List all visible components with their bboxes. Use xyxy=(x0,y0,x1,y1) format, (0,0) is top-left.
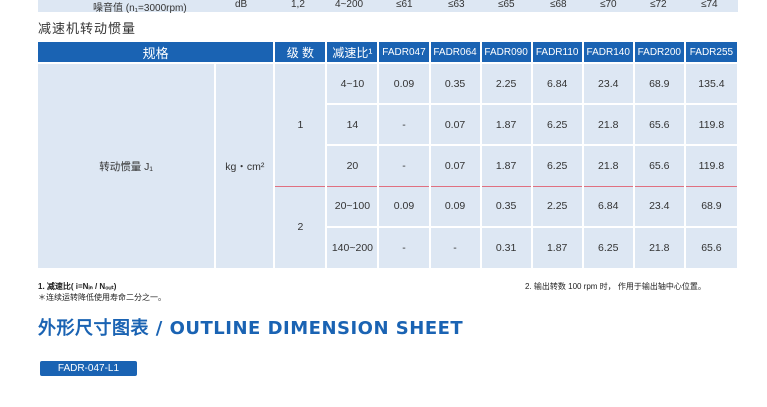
noise-unit: dB xyxy=(235,0,248,10)
noise-value: ≤65 xyxy=(498,0,515,10)
noise-ratio: 4~200 xyxy=(335,0,364,10)
header-model: FADR200 xyxy=(632,42,685,63)
ratio-cell: 20 xyxy=(325,144,379,186)
header-model: FADR090 xyxy=(479,42,532,63)
value-cell: 21.8 xyxy=(632,226,685,268)
header-model: FADR064 xyxy=(428,42,481,63)
header-model: FADR047 xyxy=(377,42,430,63)
value-cell: - xyxy=(428,226,481,268)
ratio-cell: 4~10 xyxy=(325,62,379,104)
value-cell: 65.6 xyxy=(683,226,737,268)
value-cell: 0.31 xyxy=(479,226,532,268)
ratio-cell: 140~200 xyxy=(325,226,379,268)
value-cell: 0.35 xyxy=(428,62,481,104)
level-cell: 1 xyxy=(273,62,327,186)
noise-value: ≤68 xyxy=(550,0,567,10)
value-cell: 119.8 xyxy=(683,103,737,145)
ratio-cell: 14 xyxy=(325,103,379,145)
value-cell: 0.09 xyxy=(377,185,430,227)
value-cell: 23.4 xyxy=(632,185,685,227)
value-cell: 119.8 xyxy=(683,144,737,186)
table-header-row: 规格 级 数 减速比¹ FADR047 FADR064 FADR090 FADR… xyxy=(38,42,737,63)
value-cell: 0.07 xyxy=(428,103,481,145)
noise-value: ≤63 xyxy=(448,0,465,10)
model-badge: FADR-047-L1 xyxy=(40,361,137,376)
param-name: 转动惯量 J₁ xyxy=(38,62,216,268)
noise-value: ≤61 xyxy=(396,0,413,10)
value-cell: 1.87 xyxy=(479,103,532,145)
value-cell: 0.09 xyxy=(377,62,430,104)
value-cell: 65.6 xyxy=(632,103,685,145)
param-unit: kg・cm² xyxy=(214,62,275,268)
value-cell: 23.4 xyxy=(581,62,634,104)
header-model: FADR255 xyxy=(683,42,737,63)
value-cell: 6.25 xyxy=(530,144,583,186)
ratio-cell: 20~100 xyxy=(325,185,379,227)
value-cell: 0.07 xyxy=(428,144,481,186)
value-cell: 1.87 xyxy=(479,144,532,186)
value-cell: 2.25 xyxy=(479,62,532,104)
noise-value: ≤74 xyxy=(701,0,718,10)
value-cell: 68.9 xyxy=(683,185,737,227)
footnote-ratio: 1. 减速比( i=Nᵢₙ / Nₒᵤₜ) xyxy=(38,282,117,291)
value-cell: 6.25 xyxy=(530,103,583,145)
value-cell: 0.35 xyxy=(479,185,532,227)
value-cell: 68.9 xyxy=(632,62,685,104)
value-cell: 21.8 xyxy=(581,103,634,145)
value-cell: - xyxy=(377,226,430,268)
header-level: 级 数 xyxy=(273,42,327,63)
value-cell: 65.6 xyxy=(632,144,685,186)
header-ratio: 减速比¹ xyxy=(325,42,379,63)
level-cell: 2 xyxy=(273,185,327,268)
value-cell: 135.4 xyxy=(683,62,737,104)
footnote-output-speed: 2. 输出转数 100 rpm 时， 作用于输出轴中心位置。 xyxy=(525,282,706,291)
value-cell: 6.84 xyxy=(581,185,634,227)
inertia-table: 规格 级 数 减速比¹ FADR047 FADR064 FADR090 FADR… xyxy=(38,42,737,268)
value-cell: 2.25 xyxy=(530,185,583,227)
value-cell: 0.09 xyxy=(428,185,481,227)
noise-row: 噪音值 (n₁=3000rpm) dB 1,2 4~200 ≤61 ≤63 ≤6… xyxy=(38,0,738,14)
section-title: 减速机转动惯量 xyxy=(38,21,137,36)
header-spec: 规格 xyxy=(38,42,275,63)
header-model: FADR140 xyxy=(581,42,634,63)
table-row: 转动惯量 J₁ kg・cm² 1 4~10 0.09 0.35 2.25 6.8… xyxy=(38,62,737,268)
value-cell: - xyxy=(377,144,430,186)
noise-levels: 1,2 xyxy=(291,0,305,10)
outline-title: 外形尺寸图表 / OUTLINE DIMENSION SHEET xyxy=(38,318,464,339)
noise-value: ≤70 xyxy=(600,0,617,10)
noise-value: ≤72 xyxy=(650,0,667,10)
value-cell: 6.84 xyxy=(530,62,583,104)
value-cell: 6.25 xyxy=(581,226,634,268)
noise-label: 噪音值 (n₁=3000rpm) xyxy=(93,3,187,14)
header-model: FADR110 xyxy=(530,42,583,63)
value-cell: 1.87 xyxy=(530,226,583,268)
value-cell: - xyxy=(377,103,430,145)
value-cell: 21.8 xyxy=(581,144,634,186)
footnote-continuous: ＊连续运转降低使用寿命二分之一。 xyxy=(38,293,166,302)
